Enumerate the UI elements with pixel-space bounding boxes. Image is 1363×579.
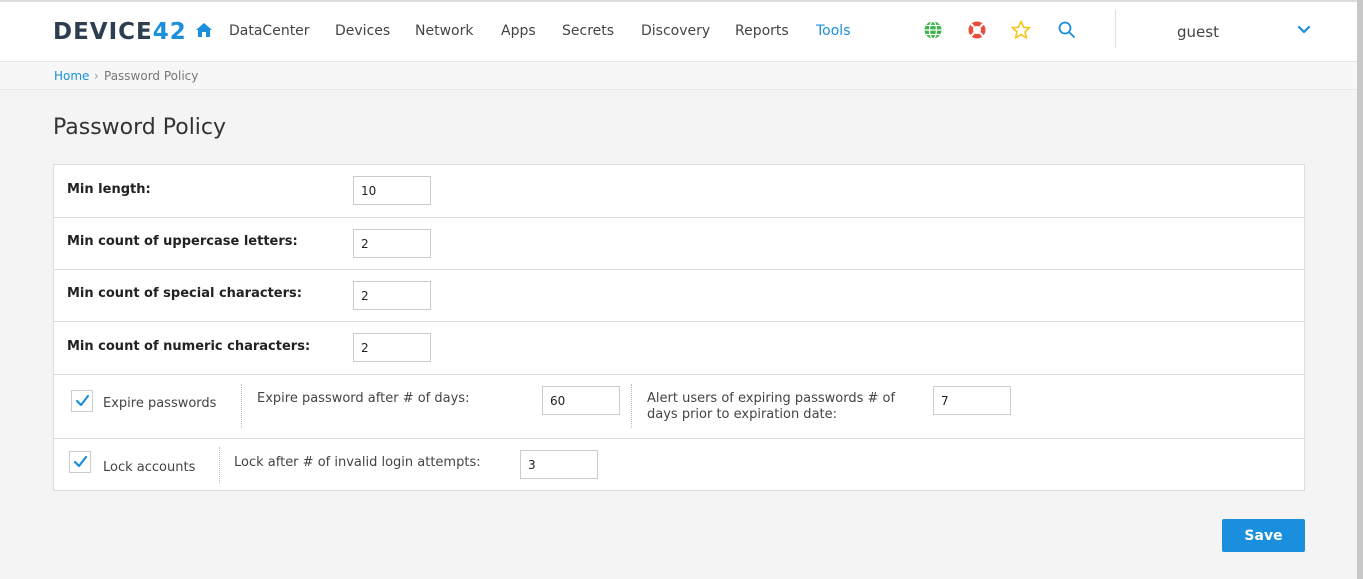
lock-accounts-label: Lock accounts xyxy=(103,460,196,475)
alert-days-input[interactable] xyxy=(933,386,1011,415)
nav-devices[interactable]: Devices xyxy=(335,23,390,39)
checkmark-icon xyxy=(75,394,90,407)
device42-logo[interactable]: DEVICE42 xyxy=(53,19,187,45)
expire-passwords-checkbox[interactable] xyxy=(71,390,93,412)
lock-attempts-label: Lock after # of invalid login attempts: xyxy=(234,455,481,470)
nav-network[interactable]: Network xyxy=(415,23,473,39)
nav-apps[interactable]: Apps xyxy=(501,23,536,39)
nav-discovery[interactable]: Discovery xyxy=(641,23,710,39)
row-uppercase: Min count of uppercase letters: xyxy=(54,218,1304,270)
navbar-divider xyxy=(1115,10,1116,48)
numeric-input[interactable] xyxy=(353,333,431,362)
home-icon[interactable] xyxy=(195,22,213,38)
uppercase-label: Min count of uppercase letters: xyxy=(67,234,298,249)
min-length-input[interactable] xyxy=(353,176,431,205)
password-policy-form: Min length: Min count of uppercase lette… xyxy=(53,164,1305,491)
lock-attempts-input[interactable] xyxy=(520,450,598,479)
lifebuoy-icon[interactable] xyxy=(967,20,987,40)
checkmark-icon xyxy=(73,455,88,468)
numeric-label: Min count of numeric characters: xyxy=(67,339,311,354)
user-name[interactable]: guest xyxy=(1177,23,1219,41)
row-lock: Lock accounts Lock after # of invalid lo… xyxy=(54,439,1304,490)
min-length-label: Min length: xyxy=(67,182,151,197)
expire-days-input[interactable] xyxy=(542,386,620,415)
divider xyxy=(219,447,220,483)
breadcrumb-home-link[interactable]: Home xyxy=(54,69,89,83)
nav-datacenter[interactable]: DataCenter xyxy=(229,23,310,39)
search-icon[interactable] xyxy=(1057,20,1077,40)
alert-days-label: Alert users of expiring passwords # of da… xyxy=(647,391,896,422)
breadcrumb-separator: › xyxy=(94,69,99,83)
divider xyxy=(241,384,242,428)
chevron-down-icon[interactable] xyxy=(1297,25,1311,35)
row-min-length: Min length: xyxy=(54,165,1304,218)
breadcrumb-current: Password Policy xyxy=(104,69,199,83)
nav-tools[interactable]: Tools xyxy=(816,23,851,39)
special-label: Min count of special characters: xyxy=(67,286,302,301)
globe-icon[interactable] xyxy=(923,20,943,40)
nav-reports[interactable]: Reports xyxy=(735,23,789,39)
uppercase-input[interactable] xyxy=(353,229,431,258)
special-input[interactable] xyxy=(353,281,431,310)
row-expire: Expire passwords Expire password after #… xyxy=(54,375,1304,439)
row-special: Min count of special characters: xyxy=(54,270,1304,322)
breadcrumb xyxy=(0,62,1357,90)
scrollbar-thumb[interactable] xyxy=(1357,0,1363,579)
lock-accounts-checkbox[interactable] xyxy=(69,451,91,473)
save-button[interactable]: Save xyxy=(1222,519,1305,552)
nav-secrets[interactable]: Secrets xyxy=(562,23,614,39)
star-icon[interactable] xyxy=(1011,20,1031,40)
expire-passwords-label: Expire passwords xyxy=(103,396,217,411)
divider xyxy=(631,384,632,428)
page-title: Password Policy xyxy=(53,115,227,140)
expire-days-label: Expire password after # of days: xyxy=(257,391,470,406)
row-numeric: Min count of numeric characters: xyxy=(54,322,1304,375)
